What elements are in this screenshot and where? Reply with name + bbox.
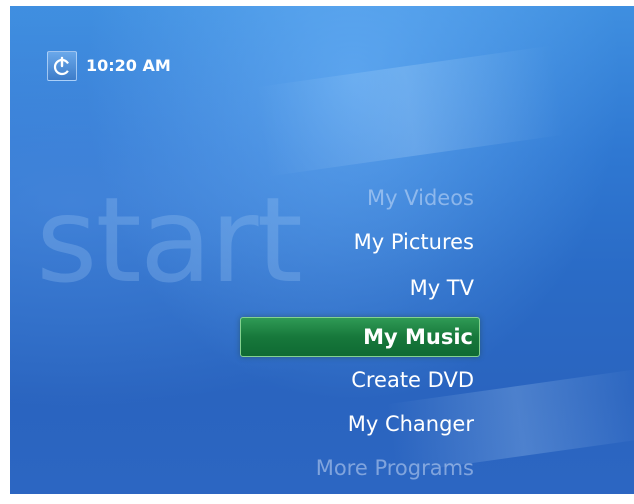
clock-time: 10:20 AM xyxy=(86,56,171,75)
background-streak xyxy=(255,45,565,177)
menu-item-create-dvd[interactable]: Create DVD xyxy=(351,360,480,400)
start-watermark: start xyxy=(36,171,303,309)
power-button[interactable] xyxy=(47,51,77,81)
menu-item-my-pictures[interactable]: My Pictures xyxy=(354,222,480,262)
menu-item-my-changer[interactable]: My Changer xyxy=(348,404,480,444)
media-center-start-screen: 10:20 AM start My Videos My Pictures My … xyxy=(10,6,634,494)
menu-item-my-music[interactable]: My Music xyxy=(240,317,480,357)
power-icon xyxy=(53,56,71,76)
menu-item-my-videos[interactable]: My Videos xyxy=(367,178,480,218)
menu-item-more-programs[interactable]: More Programs xyxy=(316,448,480,488)
menu-item-my-tv[interactable]: My TV xyxy=(410,268,480,308)
